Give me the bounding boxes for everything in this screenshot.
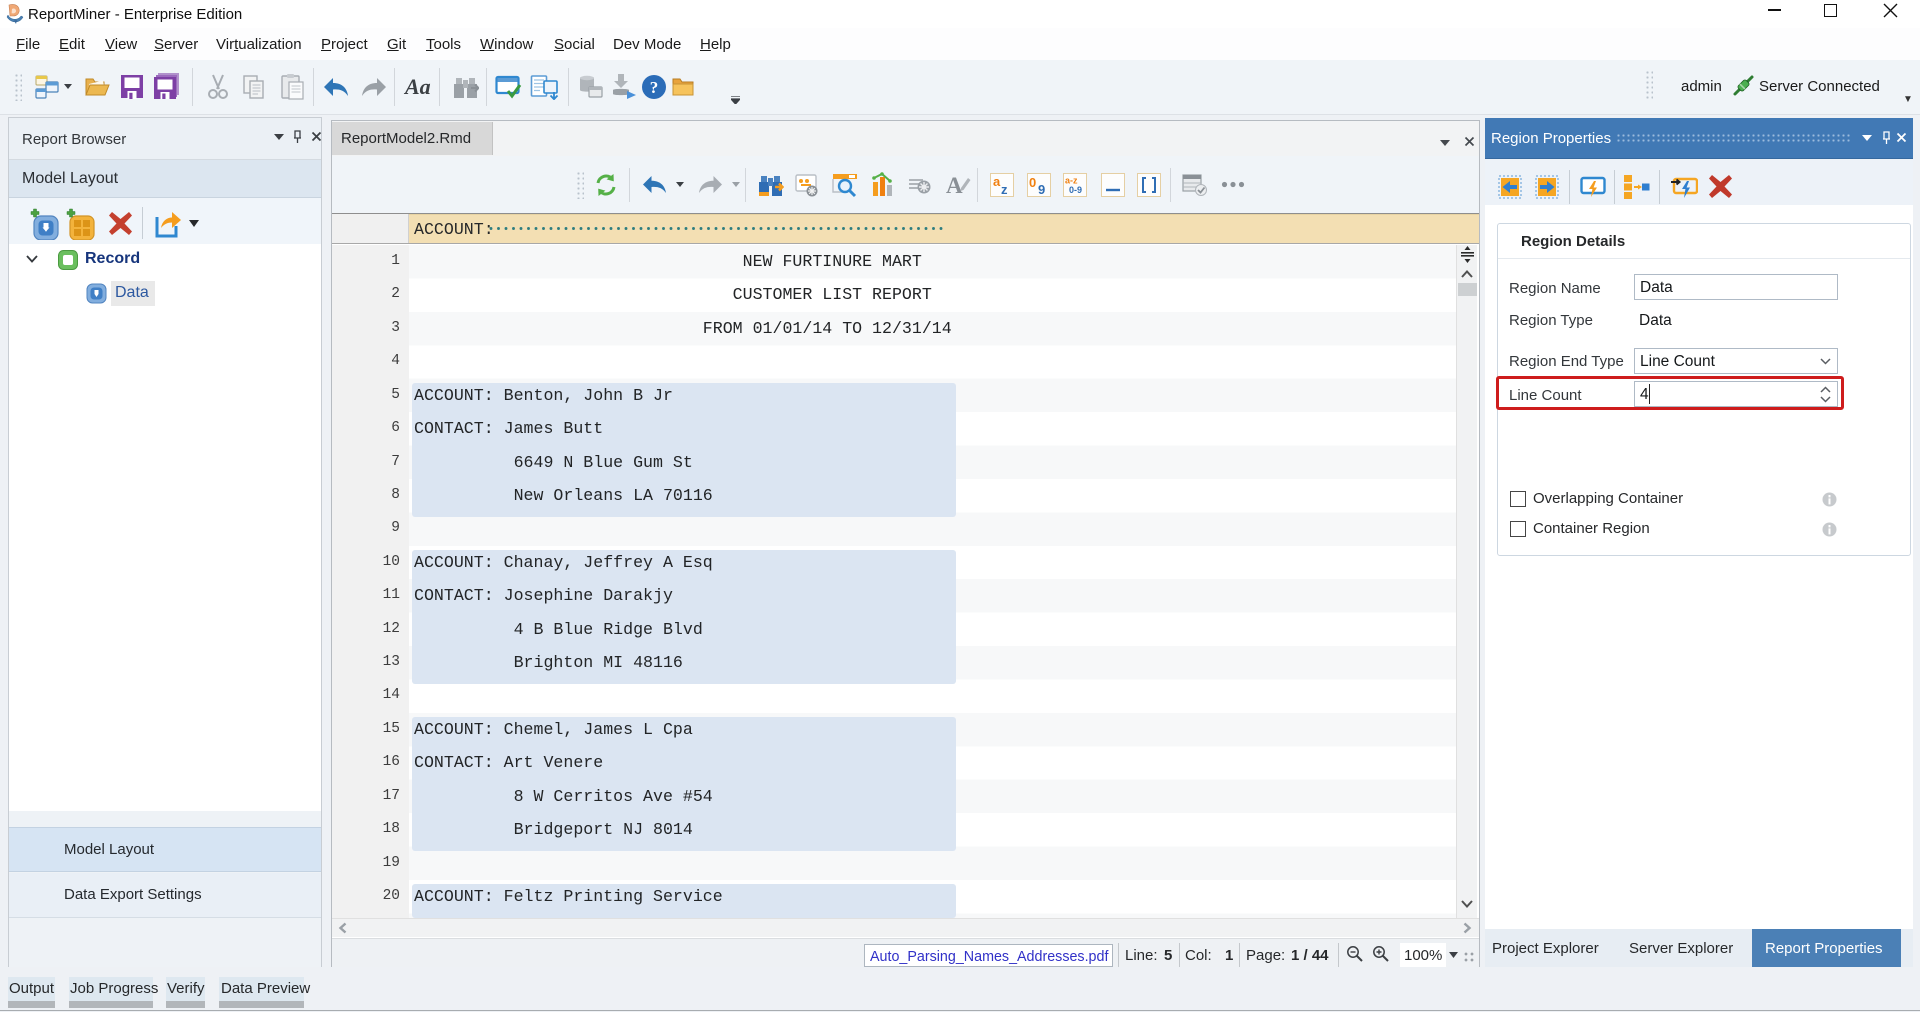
svg-text:a-z: a-z <box>1065 176 1078 186</box>
svg-text:?: ? <box>650 78 659 97</box>
svg-text:A: A <box>946 173 963 198</box>
svg-text:0: 0 <box>1029 175 1036 190</box>
svg-text:9: 9 <box>1038 182 1045 196</box>
svg-text:0-9: 0-9 <box>1069 185 1082 195</box>
svg-text:a: a <box>993 174 1001 189</box>
svg-text:z: z <box>1001 182 1008 196</box>
